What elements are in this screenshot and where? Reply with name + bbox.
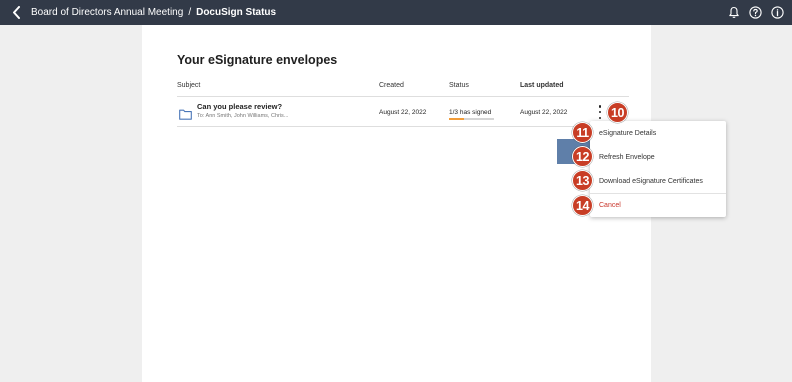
menu-item-refresh-envelope[interactable]: Refresh Envelope bbox=[590, 145, 726, 169]
callout-badge-10: 10 bbox=[607, 102, 628, 123]
folder-icon bbox=[179, 107, 192, 120]
menu-item-esignature-details[interactable]: eSignature Details bbox=[590, 121, 726, 145]
envelope-recipients: To: Ann Smith, John Williams, Chris... bbox=[197, 113, 289, 119]
column-header-last-updated[interactable]: Last updated bbox=[520, 82, 564, 89]
column-header-created: Created bbox=[379, 82, 404, 89]
callout-badge-12: 12 bbox=[572, 146, 593, 167]
header-divider bbox=[177, 96, 629, 97]
more-vertical-icon[interactable] bbox=[597, 105, 603, 119]
callout-badge-14: 14 bbox=[572, 195, 593, 216]
row-divider bbox=[177, 126, 629, 127]
signing-progress-fill bbox=[449, 118, 464, 120]
bell-icon[interactable] bbox=[727, 6, 740, 19]
callout-badge-13: 13 bbox=[572, 170, 593, 191]
menu-item-cancel[interactable]: Cancel bbox=[590, 193, 726, 217]
column-header-subject: Subject bbox=[177, 82, 201, 89]
menu-item-download-certificates[interactable]: Download eSignature Certificates bbox=[590, 169, 726, 193]
envelope-subject[interactable]: Can you please review? bbox=[197, 102, 282, 111]
help-icon[interactable] bbox=[749, 6, 762, 19]
envelope-last-updated: August 22, 2022 bbox=[520, 109, 568, 116]
breadcrumb: Board of Directors Annual Meeting / Docu… bbox=[31, 0, 276, 25]
top-bar-icons bbox=[727, 0, 784, 25]
envelope-created-date: August 22, 2022 bbox=[379, 109, 427, 116]
breadcrumb-current: DocuSign Status bbox=[196, 7, 277, 18]
back-chevron-left-icon[interactable] bbox=[9, 5, 23, 20]
page-title: Your eSignature envelopes bbox=[177, 53, 338, 67]
breadcrumb-separator: / bbox=[188, 7, 192, 18]
breadcrumb-parent[interactable]: Board of Directors Annual Meeting bbox=[31, 7, 183, 18]
envelope-status: 1/3 has signed bbox=[449, 109, 492, 116]
column-header-status: Status bbox=[449, 82, 469, 89]
top-bar: Board of Directors Annual Meeting / Docu… bbox=[0, 0, 792, 25]
info-icon[interactable] bbox=[771, 6, 784, 19]
signing-progress-bar bbox=[449, 118, 494, 120]
envelope-context-menu: eSignature Details Refresh Envelope Down… bbox=[590, 121, 726, 217]
callout-badge-11: 11 bbox=[572, 122, 593, 143]
